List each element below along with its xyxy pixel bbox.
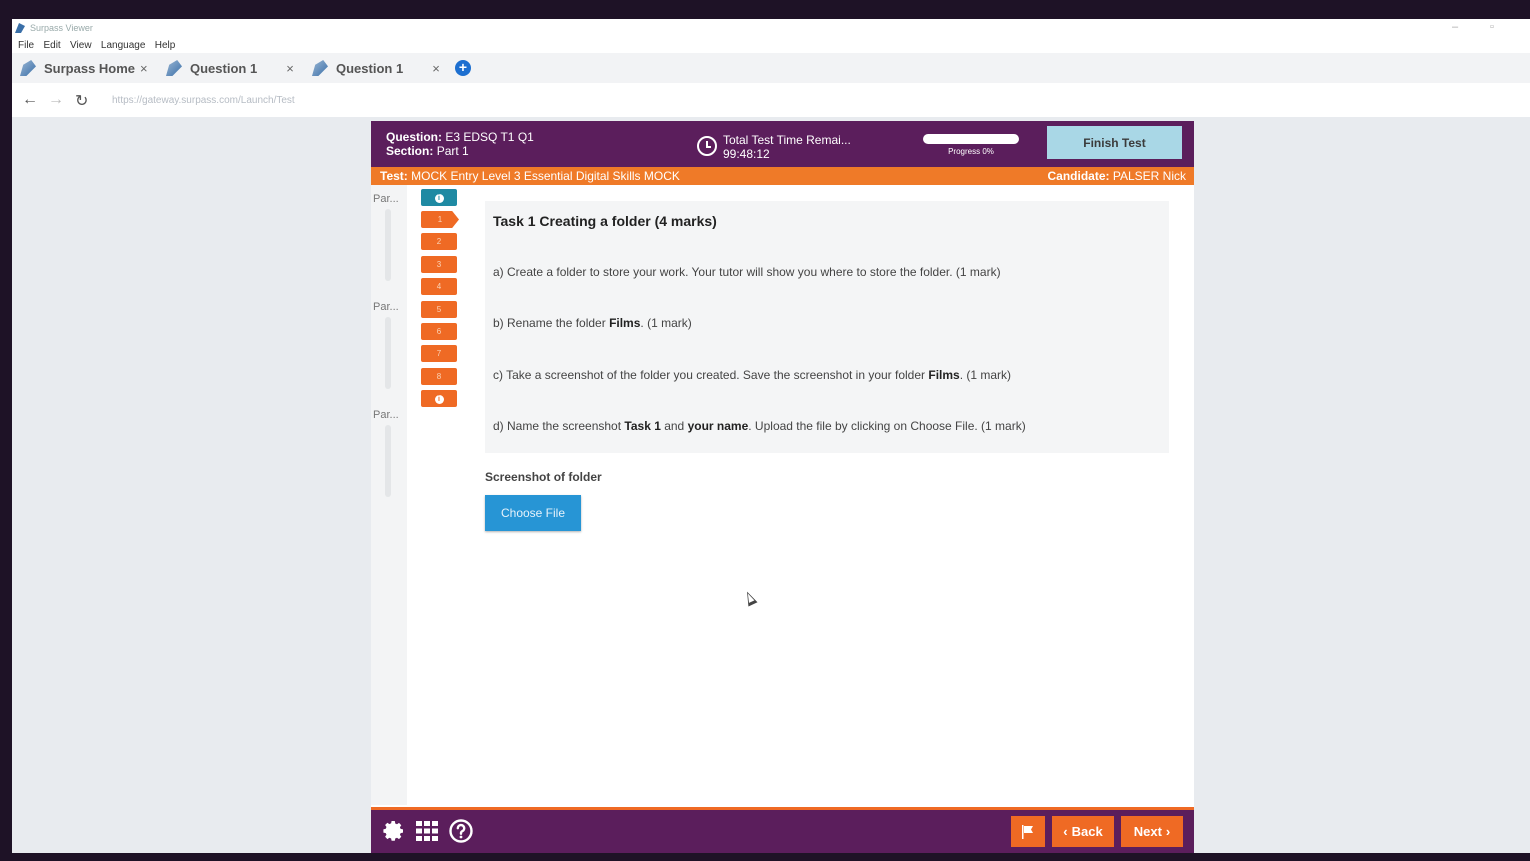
- section-scroll-3: [385, 425, 391, 497]
- question-value: E3 EDSQ T1 Q1: [445, 130, 534, 144]
- address-bar: ← → ↻: [12, 83, 1530, 117]
- exam-footer: ‹ Back Next ›: [371, 807, 1194, 853]
- candidate-label: Candidate:: [1047, 169, 1110, 183]
- minimize-icon[interactable]: –: [1452, 21, 1458, 33]
- question-content: Task 1 Creating a folder (4 marks) a) Cr…: [469, 185, 1189, 805]
- question-nav-info[interactable]: i: [421, 189, 457, 206]
- test-value: MOCK Entry Level 3 Essential Digital Ski…: [411, 169, 680, 183]
- flag-icon: [1022, 824, 1033, 839]
- tab-label: Surpass Home: [44, 60, 136, 76]
- question-nav-3[interactable]: 3: [421, 256, 457, 273]
- maximize-icon[interactable]: ▫: [1490, 21, 1494, 33]
- section-scroll-2: [385, 317, 391, 389]
- task-step-c: c) Take a screenshot of the folder you c…: [493, 368, 1012, 382]
- task-step-a: a) Create a folder to store your work. Y…: [493, 265, 1001, 279]
- forward-arrow-icon[interactable]: →: [48, 91, 64, 109]
- test-info-strip: Test: MOCK Entry Level 3 Essential Digit…: [371, 167, 1194, 185]
- close-icon[interactable]: ×: [432, 61, 440, 76]
- section-item-1[interactable]: Par...: [373, 193, 399, 205]
- surpass-icon: [312, 60, 328, 76]
- menu-language[interactable]: Language: [101, 40, 146, 51]
- app-window: Surpass Viewer – ▫ File Edit View Langua…: [12, 19, 1530, 853]
- tab-question-1-second[interactable]: Question 1 ×: [312, 56, 440, 80]
- window-title: Surpass Viewer: [30, 23, 93, 33]
- upload-label: Screenshot of folder: [485, 470, 602, 484]
- task-step-d: d) Name the screenshot Task 1 and your n…: [493, 419, 1026, 433]
- tab-bar: Surpass Home × Question 1 × Question 1 ×…: [12, 53, 1530, 83]
- timer: Total Test Time Remai... 99:48:12: [697, 133, 851, 161]
- info-icon: i: [434, 395, 444, 404]
- progress: Progress 0%: [923, 134, 1019, 156]
- exam-panel: Question: E3 EDSQ T1 Q1 Section: Part 1 …: [371, 121, 1194, 853]
- section-item-3[interactable]: Par...: [373, 409, 399, 421]
- next-button[interactable]: Next ›: [1121, 816, 1183, 847]
- url-input[interactable]: [108, 89, 1514, 113]
- choose-file-button[interactable]: Choose File: [485, 495, 581, 531]
- gear-icon[interactable]: [382, 819, 406, 843]
- exam-header: Question: E3 EDSQ T1 Q1 Section: Part 1 …: [371, 121, 1194, 167]
- section-item-2[interactable]: Par...: [373, 301, 399, 313]
- question-nav-5[interactable]: 5: [421, 301, 457, 318]
- info-icon: i: [434, 194, 444, 203]
- task-title: Task 1 Creating a folder (4 marks): [493, 213, 717, 229]
- flag-button[interactable]: [1011, 816, 1045, 847]
- tab-question-1[interactable]: Question 1 ×: [166, 56, 294, 80]
- menu-bar: File Edit View Language Help: [12, 37, 1530, 53]
- menu-help[interactable]: Help: [155, 40, 176, 51]
- task-box: Task 1 Creating a folder (4 marks) a) Cr…: [485, 201, 1169, 453]
- back-label: Back: [1071, 824, 1103, 839]
- reload-icon[interactable]: ↻: [75, 91, 88, 111]
- menu-view[interactable]: View: [70, 40, 92, 51]
- menu-edit[interactable]: Edit: [43, 40, 60, 51]
- surpass-icon: [166, 60, 182, 76]
- chevron-right-icon: ›: [1165, 824, 1171, 839]
- tab-surpass-home[interactable]: Surpass Home ×: [20, 56, 148, 80]
- question-nav-7[interactable]: 7: [421, 345, 457, 362]
- question-info: Question: E3 EDSQ T1 Q1 Section: Part 1: [386, 130, 534, 158]
- close-icon[interactable]: ×: [140, 61, 148, 76]
- section-label: Section:: [386, 144, 434, 158]
- chevron-left-icon: ‹: [1063, 824, 1068, 839]
- mouse-cursor-icon: [742, 589, 758, 607]
- add-tab-icon[interactable]: +: [455, 60, 471, 76]
- back-button[interactable]: ‹ Back: [1052, 816, 1114, 847]
- help-icon[interactable]: [449, 819, 473, 843]
- back-arrow-icon[interactable]: ←: [22, 91, 38, 109]
- section-nav: Par... Par... Par...: [371, 185, 408, 805]
- close-icon[interactable]: ×: [286, 61, 294, 76]
- surpass-icon: [20, 60, 36, 76]
- timer-value: 99:48:12: [723, 147, 770, 161]
- section-value: Part 1: [436, 144, 469, 158]
- question-nav-6[interactable]: 6: [421, 323, 457, 340]
- question-nav-1[interactable]: 1: [421, 211, 459, 228]
- question-nav-4[interactable]: 4: [421, 278, 457, 295]
- next-label: Next: [1133, 824, 1162, 839]
- progress-label: Progress 0%: [948, 147, 994, 156]
- timer-label: Total Test Time Remai...: [723, 133, 851, 147]
- clock-icon: [697, 136, 717, 156]
- title-bar: Surpass Viewer – ▫: [12, 19, 1530, 37]
- menu-file[interactable]: File: [18, 40, 34, 51]
- grid-icon[interactable]: [415, 819, 439, 843]
- progress-bar: [923, 134, 1019, 144]
- question-nav-2[interactable]: 2: [421, 233, 457, 250]
- question-nav: i 1 2 3 4 5 6 7 8 i: [407, 185, 470, 805]
- question-label: Question:: [386, 130, 442, 144]
- test-label: Test:: [380, 169, 408, 183]
- tab-label: Question 1: [190, 60, 258, 76]
- finish-test-button[interactable]: Finish Test: [1047, 126, 1182, 159]
- section-scroll-1: [385, 209, 391, 281]
- question-nav-end[interactable]: i: [421, 390, 457, 407]
- candidate-value: PALSER Nick: [1112, 169, 1186, 183]
- tab-label: Question 1: [336, 60, 404, 76]
- task-step-b: b) Rename the folder Films. (1 mark): [493, 316, 692, 330]
- question-nav-8[interactable]: 8: [421, 368, 457, 385]
- app-logo-icon: [15, 23, 25, 33]
